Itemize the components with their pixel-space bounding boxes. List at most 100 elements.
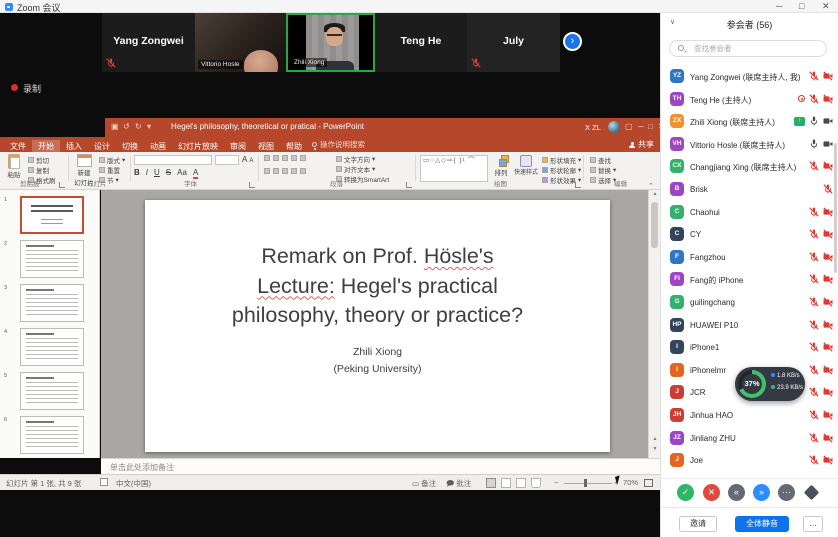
collapse-ribbon-icon[interactable]: ⌃ [648, 182, 654, 190]
participant-row[interactable]: VH Vittorio Hosle (联席主持人) [661, 133, 838, 156]
mic-status-icon[interactable] [809, 229, 819, 239]
camera-status-icon[interactable] [823, 433, 833, 443]
invite-button[interactable]: 邀请 [679, 516, 717, 532]
notes-placeholder[interactable]: 单击此处添加备注 [110, 462, 174, 473]
mic-status-icon[interactable] [809, 297, 819, 307]
mute-all-button[interactable]: 全体静音 [735, 516, 789, 532]
account-avatar[interactable] [608, 121, 620, 133]
camera-status-icon[interactable] [823, 365, 833, 375]
video-tile-teng-he[interactable]: Teng He [375, 13, 467, 72]
mic-status-icon[interactable] [809, 94, 819, 104]
shapes-gallery[interactable]: ▭○△◇⇨{ }\ ⌒ [420, 155, 488, 182]
mic-status-icon[interactable] [809, 207, 819, 217]
slide-thumbnail[interactable]: 5 [12, 372, 86, 410]
paste-button[interactable]: 粘贴 [2, 154, 26, 179]
mic-status-icon[interactable] [809, 410, 819, 420]
shape-outline-button[interactable]: 形状轮廓▾ [542, 165, 581, 175]
participant-row[interactable]: FI Fang的 iPhone [661, 268, 838, 291]
quick-styles-button[interactable]: 快速样式 [513, 155, 539, 176]
ppt-title-bar[interactable]: ▣ ↺ ↻ ▾ Hegel's philosophy, theoretical … [105, 118, 660, 137]
font-name-combobox[interactable] [134, 155, 212, 165]
camera-status-icon[interactable] [823, 229, 833, 239]
zoom-slider-thumb[interactable] [584, 479, 587, 487]
ribbon-tab[interactable]: 文件 [4, 140, 32, 153]
mic-status-icon[interactable] [809, 342, 819, 352]
ppt-restore-button[interactable]: □ [648, 122, 653, 131]
mic-status-icon[interactable] [809, 387, 819, 397]
video-tile-july[interactable]: July [467, 13, 560, 72]
maximize-button[interactable]: □ [799, 0, 804, 13]
ppt-minimize-button[interactable]: ─ [638, 122, 644, 131]
normal-view-button[interactable] [486, 478, 496, 488]
participant-row[interactable]: JZ Jinliang ZHU [661, 427, 838, 450]
current-slide[interactable]: Remark on Prof. Hösle's Lecture: Hegel's… [145, 200, 610, 452]
participant-row[interactable]: C Chaohui [661, 201, 838, 224]
bold-button[interactable]: B [134, 168, 140, 177]
slideshow-button[interactable] [531, 478, 541, 488]
clear-feedback-icon[interactable] [804, 485, 820, 501]
camera-status-icon[interactable] [823, 297, 833, 307]
mic-status-icon[interactable] [809, 433, 819, 443]
slide-thumbnail[interactable]: 1 [12, 196, 86, 234]
ribbon-tab[interactable]: 视图 [252, 140, 280, 153]
participant-row[interactable]: F Fangzhou [661, 246, 838, 269]
faster-reaction-button[interactable]: » [753, 484, 770, 501]
mic-status-icon[interactable] [809, 455, 819, 465]
mic-status-icon[interactable] [809, 365, 819, 375]
share-button[interactable]: 共享 [629, 137, 654, 152]
paragraph-list-controls[interactable] [264, 155, 306, 161]
slide-author[interactable]: Zhili Xiong [145, 346, 610, 358]
scroll-up-icon[interactable]: ▲ [651, 191, 659, 197]
scrollbar-thumb[interactable] [651, 202, 658, 248]
next-slide-icon[interactable]: ▼ [651, 446, 659, 452]
language-indicator[interactable]: 中文(中国) [116, 478, 151, 489]
slide-affiliation[interactable]: (Peking University) [145, 363, 610, 375]
network-monitor-widget[interactable]: 37% 1.8 KB/s 23.9 KB/s [735, 367, 805, 401]
mic-status-icon[interactable] [809, 252, 819, 262]
participant-row[interactable]: ZX Zhili Xiong (联席主持人) ↑ [661, 110, 838, 133]
participant-search-box[interactable] [669, 40, 827, 57]
camera-status-icon[interactable] [823, 139, 833, 149]
participant-row[interactable]: HP HUAWEI P10 [661, 314, 838, 337]
copy-button[interactable]: 复制 [28, 165, 49, 175]
camera-status-icon[interactable] [823, 387, 833, 397]
zoom-out-icon[interactable]: − [554, 478, 558, 487]
bullets-icon[interactable] [264, 155, 270, 161]
mic-status-icon[interactable] [809, 320, 819, 330]
align-right-icon[interactable] [282, 168, 288, 174]
mic-status-icon[interactable] [823, 184, 833, 194]
tell-me-search[interactable]: 操作说明搜索 [308, 139, 365, 150]
notes-toggle[interactable]: ▭ 备注 [412, 478, 436, 489]
camera-status-icon[interactable] [823, 410, 833, 420]
participant-row[interactable]: YZ Yang Zongwei (联席主持人, 我) [661, 65, 838, 88]
spell-check-icon[interactable] [100, 478, 108, 486]
font-dialog-launcher[interactable] [249, 182, 255, 188]
slide-thumbnail[interactable]: 2 [12, 240, 86, 278]
slide-title[interactable]: Remark on Prof. Hösle's Lecture: Hegel's… [168, 242, 587, 331]
camera-status-icon[interactable] [823, 116, 833, 126]
participant-row[interactable]: B Brisk [661, 178, 838, 201]
zoom-percentage[interactable]: 70% [623, 478, 638, 487]
slide-thumbnail[interactable]: 4 [12, 328, 86, 366]
camera-status-icon[interactable] [823, 94, 833, 104]
comments-toggle[interactable]: 🗩 批注 [446, 478, 471, 491]
slide-sorter-view-button[interactable] [501, 478, 511, 488]
slide-scrollbar[interactable]: ▲ ▲ ▼ [648, 190, 660, 458]
mic-status-icon[interactable] [809, 116, 819, 126]
footer-more-button[interactable]: … [803, 516, 823, 532]
shape-fill-button[interactable]: 形状填充▾ [542, 155, 581, 165]
minimize-button[interactable]: ─ [776, 0, 782, 13]
previous-slide-icon[interactable]: ▲ [651, 436, 659, 442]
underline-button[interactable]: U [154, 168, 160, 177]
slide-canvas-area[interactable]: Remark on Prof. Hösle's Lecture: Hegel's… [101, 190, 648, 458]
strikethrough-button[interactable]: S [166, 168, 171, 177]
cut-button[interactable]: 剪切 [28, 155, 49, 165]
mic-status-icon[interactable] [809, 274, 819, 284]
smartart-button[interactable]: 转换为SmartArt [336, 174, 389, 184]
video-tile-vittorio-hosle[interactable]: Vittorio Hosle [195, 13, 286, 72]
yes-reaction-button[interactable]: ✓ [677, 484, 694, 501]
line-spacing-icon[interactable] [300, 155, 306, 161]
slide-thumbnail-panel[interactable]: 1 2 3 4 5 6 [0, 190, 100, 458]
participant-row[interactable]: C CY [661, 223, 838, 246]
columns-icon[interactable] [300, 168, 306, 174]
